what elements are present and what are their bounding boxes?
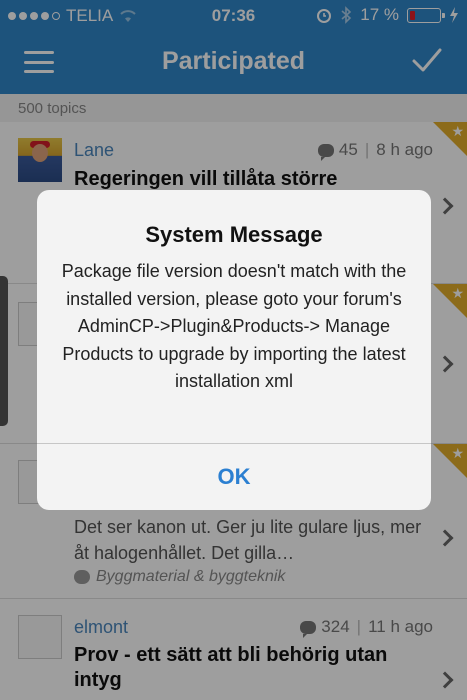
dialog-message: Package file version doesn't match with …	[61, 261, 407, 391]
system-message-dialog: System Message Package file version does…	[37, 190, 431, 510]
dialog-title: System Message	[145, 222, 323, 247]
ok-button[interactable]: OK	[37, 444, 431, 510]
